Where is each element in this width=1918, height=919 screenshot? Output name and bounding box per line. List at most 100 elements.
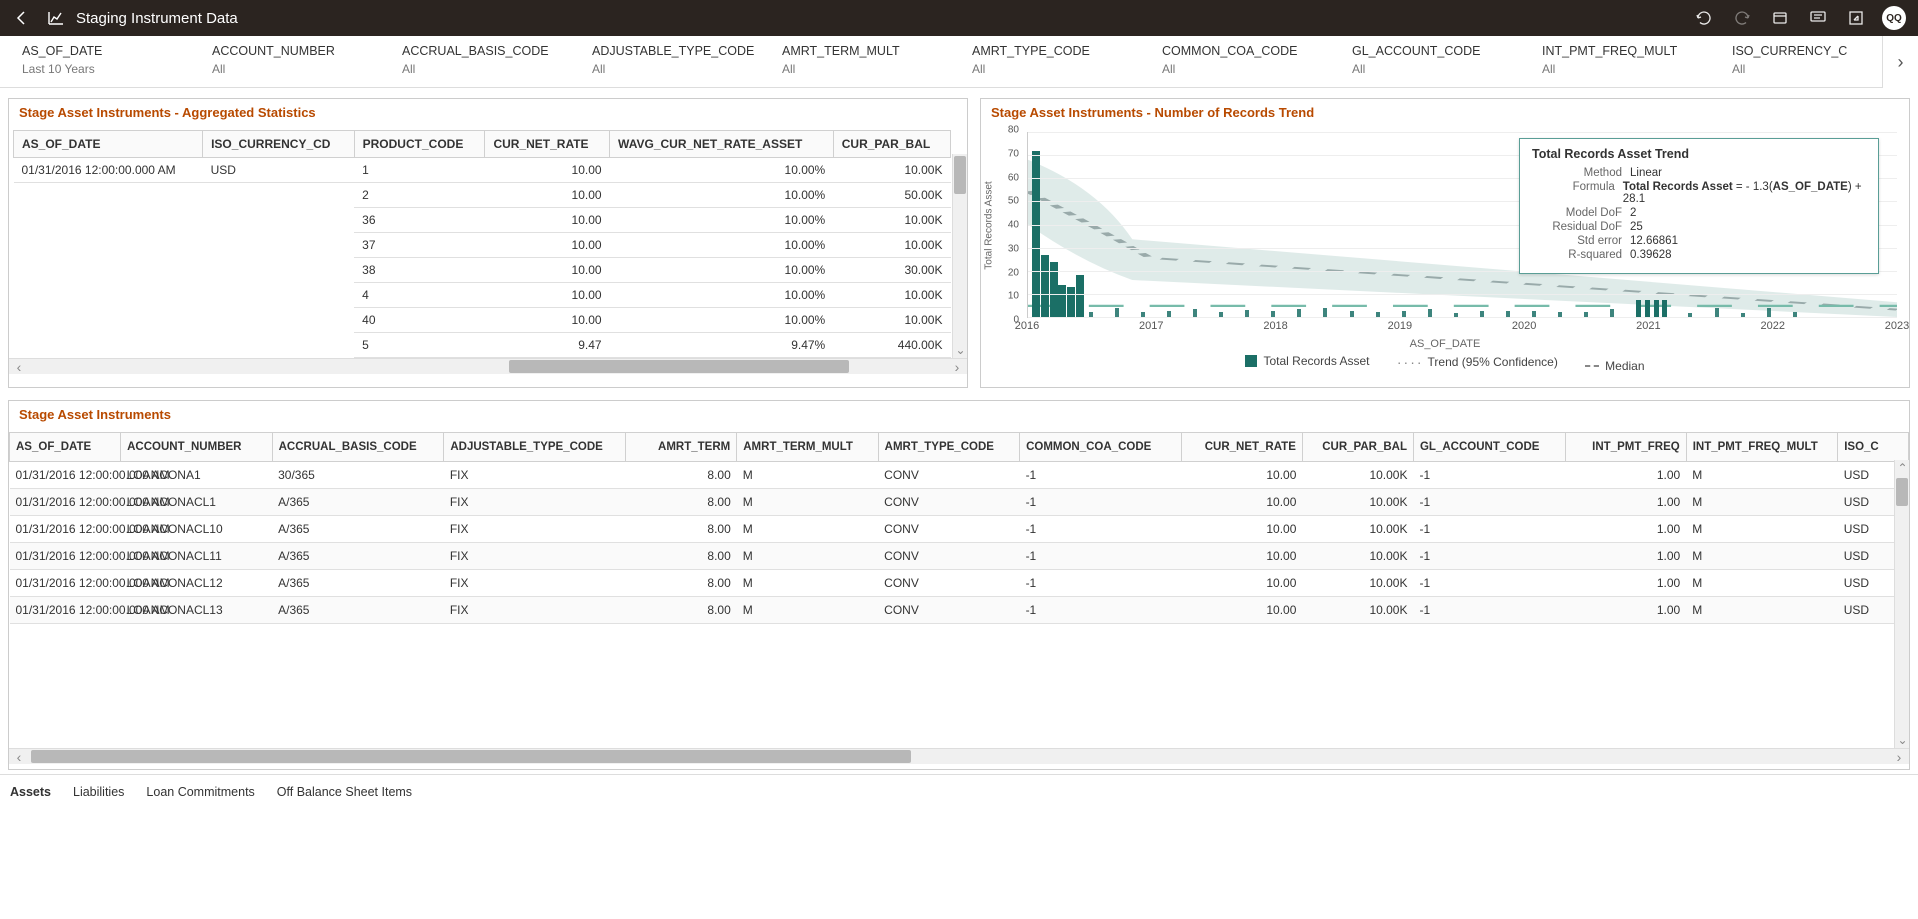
detail-col-common_coa_code[interactable]: COMMON_COA_CODE bbox=[1020, 433, 1182, 462]
detail-col-cur_net_rate[interactable]: CUR_NET_RATE bbox=[1181, 433, 1302, 462]
legend-trend[interactable]: ····Trend (95% Confidence) bbox=[1397, 354, 1558, 370]
agg-hscroll-right[interactable]: › bbox=[947, 359, 967, 375]
export-button[interactable] bbox=[1844, 6, 1868, 30]
agg-col-cur_par_bal[interactable]: CUR_PAR_BAL bbox=[833, 131, 950, 158]
agg-hscroll-thumb[interactable] bbox=[509, 360, 849, 373]
table-row[interactable]: 01/31/2016 12:00:00.000 AMLOANCONACL1A/3… bbox=[10, 489, 1909, 516]
agg-hscroll-left[interactable]: ‹ bbox=[9, 359, 29, 375]
detail-col-int_pmt_freq_mult[interactable]: INT_PMT_FREQ_MULT bbox=[1686, 433, 1838, 462]
detail-hscroll-thumb[interactable] bbox=[31, 750, 911, 763]
detail-hscroll-right[interactable]: › bbox=[1889, 749, 1909, 765]
chart-bar[interactable] bbox=[1428, 309, 1432, 317]
table-row[interactable]: 59.479.47%440.00K bbox=[14, 333, 951, 358]
filter-name: ACCOUNT_NUMBER bbox=[212, 44, 402, 58]
tab-liabilities[interactable]: Liabilities bbox=[73, 785, 124, 803]
chart-bar[interactable] bbox=[1715, 308, 1719, 317]
chart-bar[interactable] bbox=[1041, 255, 1049, 317]
table-row[interactable]: 210.0010.00%50.00K bbox=[14, 183, 951, 208]
chart-bar[interactable] bbox=[1297, 309, 1301, 317]
table-row[interactable]: 410.0010.00%10.00K bbox=[14, 283, 951, 308]
user-avatar[interactable]: QQ bbox=[1882, 6, 1906, 30]
table-row[interactable]: 3710.0010.00%10.00K bbox=[14, 233, 951, 258]
tooltip-row: Model DoF2 bbox=[1532, 207, 1866, 219]
chart-bar[interactable] bbox=[1767, 308, 1771, 317]
refresh-button[interactable] bbox=[1768, 6, 1792, 30]
table-row[interactable]: 3610.0010.00%10.00K bbox=[14, 208, 951, 233]
comment-button[interactable] bbox=[1806, 6, 1830, 30]
tooltip-row: Std error12.66861 bbox=[1532, 235, 1866, 247]
agg-col-wavg_cur_net_rate_asset[interactable]: WAVG_CUR_NET_RATE_ASSET bbox=[610, 131, 834, 158]
tab-assets[interactable]: Assets bbox=[10, 785, 51, 803]
table-row[interactable]: 01/31/2016 12:00:00.000 AMLOANCONACL13A/… bbox=[10, 597, 1909, 624]
detail-hscroll[interactable]: ‹ › bbox=[9, 748, 1909, 764]
table-row[interactable]: 3810.0010.00%30.00K bbox=[14, 258, 951, 283]
detail-col-int_pmt_freq[interactable]: INT_PMT_FREQ bbox=[1565, 433, 1686, 462]
table-row[interactable]: 4010.0010.00%10.00K bbox=[14, 308, 951, 333]
agg-col-product_code[interactable]: PRODUCT_CODE bbox=[354, 131, 485, 158]
trend-chart[interactable]: Total Records Asset 01020304050607080 74… bbox=[981, 130, 1909, 350]
legend-bars[interactable]: Total Records Asset bbox=[1245, 354, 1369, 368]
detail-col-iso_c[interactable]: ISO_C bbox=[1838, 433, 1909, 462]
agg-col-as_of_date[interactable]: AS_OF_DATE bbox=[14, 131, 203, 158]
table-row[interactable]: 01/31/2016 12:00:00.000 AMLOANCONACL12A/… bbox=[10, 570, 1909, 597]
detail-vscroll-thumb[interactable] bbox=[1896, 478, 1908, 506]
filter-gl_account_code[interactable]: GL_ACCOUNT_CODEAll bbox=[1352, 44, 1542, 87]
filter-amrt_type_code[interactable]: AMRT_TYPE_CODEAll bbox=[972, 44, 1162, 87]
filter-name: AMRT_TYPE_CODE bbox=[972, 44, 1162, 58]
tooltip-row: FormulaTotal Records Asset = - 1.3(AS_OF… bbox=[1532, 181, 1866, 205]
tab-off-balance-sheet-items[interactable]: Off Balance Sheet Items bbox=[277, 785, 412, 803]
detail-col-adjustable_type_code[interactable]: ADJUSTABLE_TYPE_CODE bbox=[444, 433, 626, 462]
agg-hscroll[interactable]: ‹ › bbox=[9, 358, 967, 374]
filter-scroll-right[interactable]: › bbox=[1882, 36, 1918, 88]
detail-hscroll-left[interactable]: ‹ bbox=[9, 749, 29, 765]
tab-loan-commitments[interactable]: Loan Commitments bbox=[146, 785, 254, 803]
table-row[interactable]: 01/31/2016 12:00:00.000 AMUSD110.0010.00… bbox=[14, 158, 951, 183]
detail-col-accrual_basis_code[interactable]: ACCRUAL_BASIS_CODE bbox=[272, 433, 444, 462]
filter-name: COMMON_COA_CODE bbox=[1162, 44, 1352, 58]
chart-bar[interactable] bbox=[1636, 300, 1641, 317]
legend-median[interactable]: Median bbox=[1585, 359, 1644, 373]
filter-common_coa_code[interactable]: COMMON_COA_CODEAll bbox=[1162, 44, 1352, 87]
chart-bar[interactable] bbox=[1032, 151, 1040, 318]
chart-bar[interactable] bbox=[1058, 285, 1066, 317]
table-row[interactable]: 01/31/2016 12:00:00.000 AMLOANCONA130/36… bbox=[10, 462, 1909, 489]
agg-vscroll[interactable]: ⌄ bbox=[952, 154, 967, 358]
filter-as_of_date[interactable]: AS_OF_DATELast 10 Years bbox=[22, 44, 212, 87]
agg-vscroll-thumb[interactable] bbox=[954, 156, 966, 194]
detail-col-as_of_date[interactable]: AS_OF_DATE bbox=[10, 433, 121, 462]
tooltip-row: MethodLinear bbox=[1532, 167, 1866, 179]
back-button[interactable] bbox=[12, 8, 32, 28]
detail-col-amrt_type_code[interactable]: AMRT_TYPE_CODE bbox=[878, 433, 1019, 462]
redo-button[interactable] bbox=[1730, 6, 1754, 30]
detail-vscroll-down[interactable]: ⌄ bbox=[1895, 732, 1909, 748]
agg-vscroll-down[interactable]: ⌄ bbox=[953, 342, 967, 358]
filter-adjustable_type_code[interactable]: ADJUSTABLE_TYPE_CODEAll bbox=[592, 44, 782, 87]
agg-col-cur_net_rate[interactable]: CUR_NET_RATE bbox=[485, 131, 610, 158]
filter-account_number[interactable]: ACCOUNT_NUMBERAll bbox=[212, 44, 402, 87]
agg-col-iso_currency_cd[interactable]: ISO_CURRENCY_CD bbox=[203, 131, 355, 158]
chart-bar[interactable] bbox=[1645, 300, 1650, 317]
detail-vscroll-up[interactable]: ⌃ bbox=[1895, 460, 1909, 476]
chart-bar[interactable] bbox=[1654, 300, 1659, 317]
filter-amrt_term_mult[interactable]: AMRT_TERM_MULTAll bbox=[782, 44, 972, 87]
detail-col-account_number[interactable]: ACCOUNT_NUMBER bbox=[121, 433, 273, 462]
table-row[interactable]: 01/31/2016 12:00:00.000 AMLOANCONACL10A/… bbox=[10, 516, 1909, 543]
detail-vscroll[interactable]: ⌃ ⌄ bbox=[1894, 460, 1909, 748]
chart-bar[interactable] bbox=[1610, 309, 1614, 317]
detail-col-gl_account_code[interactable]: GL_ACCOUNT_CODE bbox=[1413, 433, 1565, 462]
chart-bar[interactable] bbox=[1115, 308, 1119, 317]
detail-col-cur_par_bal[interactable]: CUR_PAR_BAL bbox=[1302, 433, 1413, 462]
filter-accrual_basis_code[interactable]: ACCRUAL_BASIS_CODEAll bbox=[402, 44, 592, 87]
chart-bar[interactable] bbox=[1323, 308, 1327, 317]
table-row[interactable]: 01/31/2016 12:00:00.000 AMLOANCONACL11A/… bbox=[10, 543, 1909, 570]
filter-int_pmt_freq_mult[interactable]: INT_PMT_FREQ_MULTAll bbox=[1542, 44, 1732, 87]
chart-tooltip: Total Records Asset Trend MethodLinearFo… bbox=[1519, 138, 1879, 274]
chart-bar[interactable] bbox=[1067, 287, 1075, 317]
detail-col-amrt_term_mult[interactable]: AMRT_TERM_MULT bbox=[737, 433, 878, 462]
chart-bar[interactable] bbox=[1076, 275, 1084, 317]
chart-bar[interactable] bbox=[1662, 300, 1667, 317]
xtick: 2020 bbox=[1512, 320, 1536, 332]
undo-button[interactable] bbox=[1692, 6, 1716, 30]
detail-col-amrt_term[interactable]: AMRT_TERM bbox=[626, 433, 737, 462]
chart-bar[interactable] bbox=[1193, 309, 1197, 317]
